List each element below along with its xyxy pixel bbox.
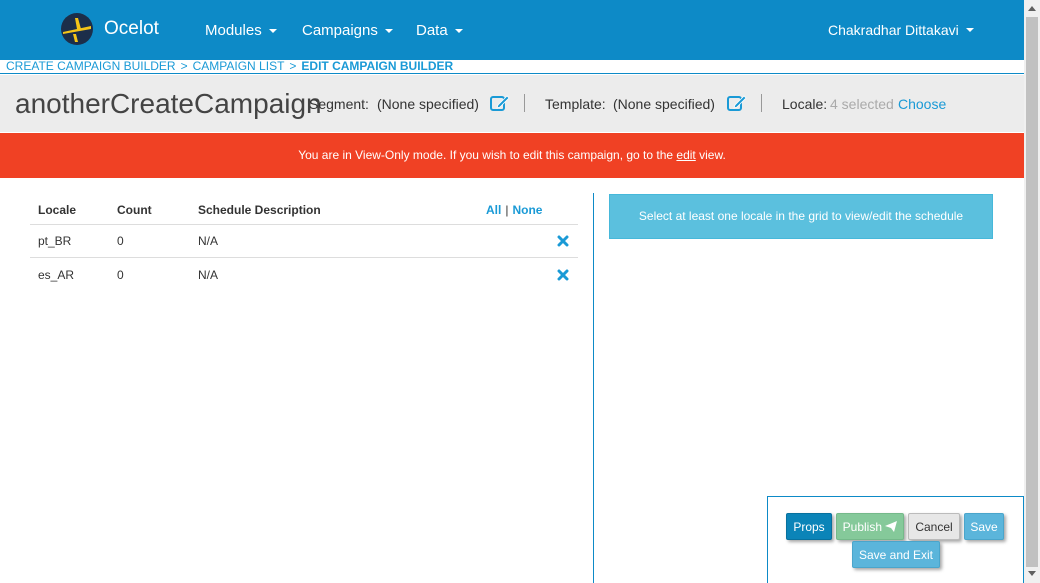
nav-data-label: Data [416,22,448,39]
row-description: N/A [198,267,219,282]
campaign-header: anotherCreateCampaign Segment: (None spe… [0,75,1024,132]
locale-grid: Locale Count Schedule Description All | No… [30,195,578,291]
remove-icon[interactable] [557,235,569,247]
select-all-none: All | None [486,203,542,217]
nav-modules-menu[interactable]: Modules [205,22,277,39]
breadcrumb-separator: > [180,59,188,73]
select-all-link[interactable]: All [486,203,501,217]
scroll-down-arrow-icon[interactable] [1028,571,1036,576]
breadcrumb-campaign-list[interactable]: CAMPAIGN LIST [193,59,285,73]
row-locale: es_AR [38,267,75,282]
schedule-info-message: Select at least one locale in the grid t… [609,194,993,239]
paper-plane-icon [885,521,898,532]
alert-text-before: You are in View-Only mode. If you wish t… [298,148,674,162]
save-button[interactable]: Save [964,513,1004,540]
nav-campaigns-label: Campaigns [302,22,378,39]
remove-icon[interactable] [557,269,569,281]
template-label: Template: [545,96,606,112]
segment-label: Segment: [309,96,369,112]
globe-plane-logo-icon [61,13,93,45]
brand-name: Ocelot [104,18,159,39]
view-only-alert: You are in View-Only mode. If you wish t… [0,133,1024,178]
campaign-title: anotherCreateCampaign [15,88,322,119]
breadcrumb-separator: > [289,59,297,73]
caret-down-icon [454,28,463,33]
header-locale[interactable]: Locale [38,203,76,217]
header-divider [524,94,525,112]
row-count: 0 [117,234,124,248]
nav-data-menu[interactable]: Data [416,22,463,39]
cancel-button[interactable]: Cancel [908,513,960,540]
alert-text-after: view. [699,148,726,162]
edit-segment-icon[interactable] [490,94,510,112]
row-description: N/A [198,234,219,248]
breadcrumb: CREATE CAMPAIGN BUILDER > CAMPAIGN LIST > ED… [0,60,1024,74]
template-value: (None specified) [613,96,715,112]
locale-choose-link[interactable]: Choose [898,96,946,112]
table-row[interactable]: es_AR 0 N/A [30,258,578,291]
nav-modules-label: Modules [205,22,262,39]
row-locale: pt_BR [38,234,72,248]
top-navbar: Ocelot Modules Campaigns Data Chakradhar… [0,0,1024,60]
publish-label: Publish [842,520,882,534]
edit-template-icon[interactable] [727,94,747,112]
page-scrollbar[interactable] [1024,0,1040,583]
action-panel: Props Publish Cancel Save Save and Exit [767,496,1024,583]
user-name: Chakradhar Dittakavi [828,22,959,38]
row-count: 0 [117,267,124,282]
user-menu[interactable]: Chakradhar Dittakavi [828,22,974,38]
breadcrumb-edit-campaign-builder: EDIT CAMPAIGN BUILDER [301,59,454,73]
segment-value: (None specified) [377,96,479,112]
header-divider [761,94,762,112]
props-button[interactable]: Props [786,513,832,540]
header-schedule-description[interactable]: Schedule Description [198,203,321,217]
breadcrumb-create-campaign-builder[interactable]: CREATE CAMPAIGN BUILDER [6,59,176,73]
select-none-link[interactable]: None [512,203,542,217]
nav-campaigns-menu[interactable]: Campaigns [302,22,393,39]
caret-down-icon [268,28,277,33]
panel-divider [593,193,594,583]
grid-header-row: Locale Count Schedule Description All | No… [30,195,578,225]
caret-down-icon [384,28,393,33]
save-and-exit-button[interactable]: Save and Exit [852,541,940,568]
scroll-thumb[interactable] [1026,17,1038,567]
table-row[interactable]: pt_BR 0 N/A [30,225,578,258]
caret-down-icon [965,28,974,32]
edit-view-link[interactable]: edit [676,148,695,162]
header-count[interactable]: Count [117,203,152,217]
brand[interactable]: Ocelot [60,12,159,46]
select-separator: | [505,202,509,217]
locale-selected-count: 4 selected [830,96,894,112]
scroll-up-arrow-icon[interactable] [1028,6,1036,11]
publish-button[interactable]: Publish [836,513,904,540]
locale-label: Locale: [782,96,828,112]
